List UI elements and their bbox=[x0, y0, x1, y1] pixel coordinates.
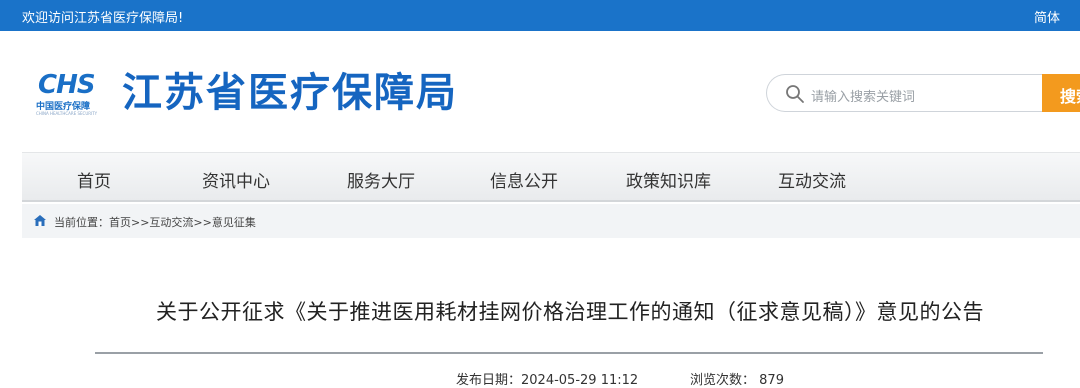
view-count: 浏览次数： 879 bbox=[690, 369, 784, 388]
breadcrumb: 当前位置：首页>>互动交流>>意见征集 bbox=[22, 204, 1080, 238]
search-placeholder: 请输入搜索关键词 bbox=[811, 90, 916, 105]
language-switch[interactable]: 简体 bbox=[1034, 7, 1060, 26]
page-title: 关于公开征求《关于推进医用耗材挂网价格治理工作的通知（征求意见稿）》意见的公告 bbox=[156, 300, 984, 324]
nav-item-policy[interactable]: 政策知识库 bbox=[626, 167, 711, 192]
chs-logo[interactable]: CHS 中国医疗保障 CHINA HEALTHCARE SECURITY bbox=[36, 70, 110, 116]
logo-mark-text: CHS bbox=[38, 70, 96, 100]
main-nav: 首页 资讯中心 服务大厅 信息公开 政策知识库 互动交流 bbox=[22, 152, 1080, 202]
title-divider bbox=[95, 352, 1043, 354]
view-count-value: 879 bbox=[759, 373, 784, 388]
search-input[interactable]: 请输入搜索关键词 bbox=[766, 74, 1046, 112]
search-icon bbox=[786, 85, 804, 103]
breadcrumb-path[interactable]: 首页>>互动交流>>意见征集 bbox=[109, 216, 256, 229]
nav-item-home[interactable]: 首页 bbox=[77, 167, 111, 192]
nav-item-interaction[interactable]: 互动交流 bbox=[778, 167, 846, 192]
nav-item-news[interactable]: 资讯中心 bbox=[202, 167, 270, 192]
publish-date: 发布日期：2024-05-29 11:12 bbox=[456, 369, 638, 388]
breadcrumb-text: 当前位置：首页>>互动交流>>意见征集 bbox=[54, 214, 256, 230]
home-icon bbox=[34, 215, 46, 226]
publish-date-label: 发布日期： bbox=[456, 373, 522, 388]
nav-item-services[interactable]: 服务大厅 bbox=[347, 167, 415, 192]
site-header: CHS 中国医疗保障 CHINA HEALTHCARE SECURITY 江苏省… bbox=[0, 31, 1080, 151]
logo-en-text: CHINA HEALTHCARE SECURITY bbox=[36, 111, 98, 116]
publish-date-value: 2024-05-29 11:12 bbox=[521, 373, 639, 388]
nav-item-disclosure[interactable]: 信息公开 bbox=[490, 167, 558, 192]
top-bar: 欢迎访问江苏省医疗保障局! 简体 bbox=[0, 0, 1080, 31]
view-count-label: 浏览次数： bbox=[690, 373, 756, 388]
search-button[interactable]: 搜索 bbox=[1042, 74, 1080, 112]
welcome-text: 欢迎访问江苏省医疗保障局! bbox=[22, 11, 184, 26]
site-title[interactable]: 江苏省医疗保障局 bbox=[122, 69, 458, 117]
breadcrumb-label: 当前位置： bbox=[54, 216, 109, 229]
